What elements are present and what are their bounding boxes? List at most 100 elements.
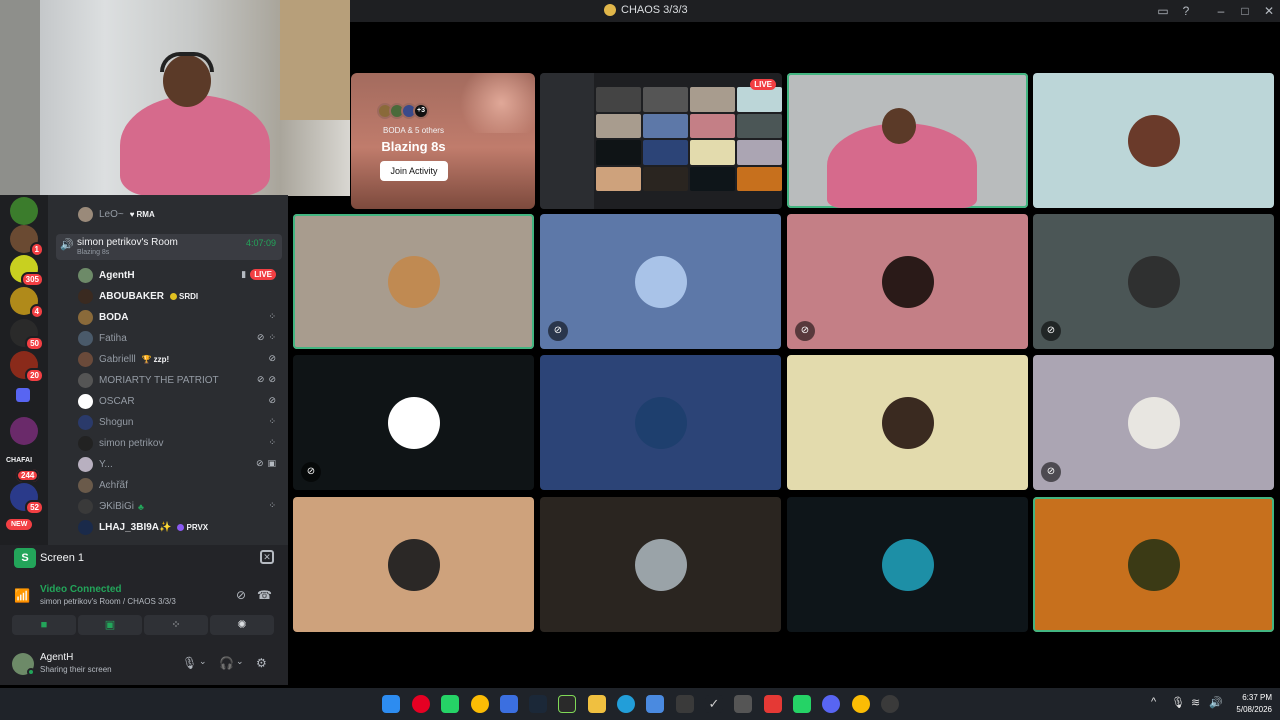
member-row[interactable]: Aͼhřãf [48,475,288,496]
avatar [78,373,93,388]
pinterest-icon[interactable] [412,695,430,713]
join-activity-button[interactable]: Join Activity [380,161,448,181]
server-icon[interactable] [10,197,38,225]
steam-icon[interactable] [529,695,547,713]
server-name[interactable]: CHAFAI [6,457,32,464]
person-body [120,95,270,196]
video-tile[interactable] [540,497,781,632]
minimize-button[interactable]: – [1213,3,1229,19]
video-tile[interactable] [1033,73,1274,208]
member-row[interactable]: OSCAR ⊘ [48,391,288,412]
video-tile[interactable]: ⊘ [540,214,781,349]
video-tile[interactable] [540,355,781,490]
avatar [881,396,934,449]
maximize-button[interactable]: □ [1237,3,1253,19]
start-icon[interactable] [382,695,400,713]
mic-muted-icon: ⊘ [548,321,568,341]
app-icon[interactable] [500,695,518,713]
obs-icon[interactable] [881,695,899,713]
screen-share-tile[interactable]: LIVE [540,73,782,209]
member-row[interactable]: LHAJ_3BI9A✨ PRVX [48,517,288,538]
server-icon[interactable]: 20 [10,351,44,383]
video-tile[interactable] [293,497,534,632]
check-icon[interactable]: ✓ [705,695,723,713]
inbox-icon[interactable]: ▭ [1155,3,1171,19]
member-row[interactable]: MORIARTY THE PATRIOT ⊘ ⊘ [48,370,288,391]
member-row[interactable]: BODA ⁘ [48,307,288,328]
mic-muted-icon: ⊘ [268,395,276,405]
speaker-icon: 🔊 [60,239,74,251]
whatsapp-icon[interactable] [793,695,811,713]
video-tile[interactable] [293,214,534,349]
video-tile[interactable] [1033,497,1274,632]
folder-icon[interactable] [588,695,606,713]
voice-room[interactable]: 🔊 simon petrikov's Room Blazing 8s 4:07:… [56,234,282,260]
chrome-icon[interactable] [471,695,489,713]
help-icon[interactable]: ? [1178,3,1194,19]
video-tile[interactable] [787,73,1028,208]
member-row[interactable]: simon petrikov ⁘ [48,433,288,454]
close-button[interactable]: ✕ [1261,3,1277,19]
headset-icon [160,52,214,72]
server-icon[interactable]: 305 [10,255,44,287]
chevron-up-icon[interactable]: ^ [1151,696,1156,708]
headphones-icon[interactable]: 🎧 [219,656,234,670]
self-camera-feed[interactable] [0,0,350,196]
mic-icon[interactable]: 🎙 [1171,696,1185,709]
avatar [387,538,440,591]
server-icon[interactable]: 52 [10,483,44,515]
telegram-icon[interactable] [617,695,635,713]
new-badge[interactable]: NEW [6,519,33,530]
video-tile[interactable]: ⊘ [1033,355,1274,490]
folder-icon[interactable] [16,388,30,402]
member-row[interactable]: Fatiha ⊘ ⁘ [48,328,288,349]
screen-share-button[interactable]: ▣ [78,615,142,635]
deafened-icon: ⊘ [268,374,276,384]
clock[interactable]: 6:37 PM 5/08/2026 [1226,692,1272,716]
gear-icon[interactable]: ⚙ [256,656,267,670]
member-row[interactable]: Y... ⊘ ▣ [48,454,288,475]
video-tile[interactable] [787,355,1028,490]
activity-card[interactable]: +3 BODA & 5 others Blazing 8s Join Activ… [351,73,535,209]
server-icon[interactable]: 50 [10,319,44,351]
activity-icon: ⁘ [268,500,276,510]
chevron-down-icon[interactable]: ⌄ [236,656,244,667]
disconnect-icon[interactable]: ☎ [257,588,272,602]
mic-muted-icon: ⊘ [795,321,815,341]
member-row[interactable]: AgentH ▮ LIVE [48,265,288,286]
chevron-down-icon[interactable]: ⌄ [199,656,207,667]
app-icon[interactable] [764,695,782,713]
server-icon[interactable]: 4 [10,287,44,319]
stop-stream-icon[interactable]: ✕ [260,550,274,564]
mic-icon[interactable]: 🎙 [182,656,197,670]
soundboard-button[interactable]: ✺ [210,615,274,635]
terminal-icon[interactable] [558,695,576,713]
wifi-icon[interactable]: ≋ [1191,696,1200,709]
chrome-icon[interactable] [852,695,870,713]
video-tile[interactable]: ⊘ [1033,214,1274,349]
member-row[interactable]: Shogun ⁘ [48,412,288,433]
server-icon[interactable]: 1 [10,225,44,257]
volume-icon[interactable]: 🔊 [1209,696,1223,709]
avatar [634,255,687,308]
member-row[interactable]: LeO~ ♥ RMA [48,204,288,225]
app-icon[interactable] [676,695,694,713]
video-tile[interactable]: ⊘ [293,355,534,490]
avatar [881,255,934,308]
member-row[interactable]: ABOUBAKER SRDI [48,286,288,307]
video-tile[interactable]: ⊘ [787,214,1028,349]
server-icon[interactable] [10,417,38,445]
activities-button[interactable]: ⁘ [144,615,208,635]
whatsapp-icon[interactable] [441,695,459,713]
discord-icon[interactable] [822,695,840,713]
store-icon[interactable] [646,695,664,713]
signal-icon[interactable]: 📶 [14,588,30,604]
app-icon[interactable] [734,695,752,713]
member-row[interactable]: ЭKiBiGi ♣ ⁘ [48,496,288,517]
video-tile[interactable] [787,497,1028,632]
member-row[interactable]: Gabrielll 🏆 zzp! ⊘ [48,349,288,370]
screen-share-row[interactable]: S Screen 1 ✕ [14,548,274,570]
noise-suppression-icon[interactable]: ⊘ [236,588,246,602]
avatar [78,268,93,283]
camera-button[interactable]: ■ [12,615,76,635]
